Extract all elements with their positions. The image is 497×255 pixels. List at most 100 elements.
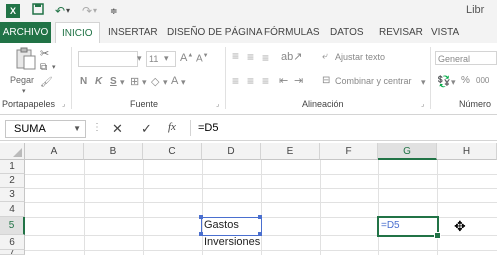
- group-separator: [225, 47, 226, 109]
- tab-diseno-de-pagina[interactable]: DISEÑO DE PÁGINA: [167, 25, 263, 40]
- number-group-label: Número: [459, 99, 492, 109]
- formula-bar-splitter[interactable]: ⋮: [92, 122, 102, 133]
- paste-dropdown-icon[interactable]: ▾: [22, 87, 26, 95]
- column-header-c[interactable]: C: [143, 143, 202, 160]
- font-size-dropdown-icon[interactable]: ▾: [164, 53, 169, 64]
- row-header-4[interactable]: 4: [0, 202, 25, 217]
- align-bottom-icon[interactable]: ≡: [262, 51, 269, 65]
- cell-d5[interactable]: Gastos: [202, 218, 260, 234]
- tab-datos[interactable]: DATOS: [330, 25, 364, 40]
- accounting-dropdown-icon[interactable]: ▾: [451, 77, 456, 88]
- column-header-f[interactable]: F: [320, 143, 378, 160]
- formula-input[interactable]: =D5: [190, 120, 497, 136]
- window-title: Libr: [466, 4, 485, 16]
- cell-d6[interactable]: Inversiones: [202, 235, 260, 250]
- alignment-launcher-icon[interactable]: ⌟: [421, 100, 424, 108]
- row-header-6[interactable]: 6: [0, 235, 25, 250]
- fill-handle[interactable]: [434, 232, 441, 239]
- row-header-2[interactable]: 2: [0, 174, 25, 188]
- row-header-5[interactable]: 5: [0, 217, 25, 235]
- group-separator: [430, 47, 431, 109]
- wrap-text-icon[interactable]: ⤶: [322, 51, 328, 62]
- align-right-icon[interactable]: ≡: [262, 74, 269, 88]
- name-box-value: SUMA: [14, 123, 46, 135]
- font-size-combo[interactable]: 11: [146, 51, 176, 67]
- copy-dropdown-icon[interactable]: ▾: [52, 63, 56, 71]
- fill-color-icon[interactable]: ◇: [151, 75, 159, 88]
- enter-icon[interactable]: ✓: [141, 121, 152, 137]
- format-painter-icon[interactable]: 🖌: [40, 77, 53, 88]
- alignment-group-label: Alineación: [302, 99, 344, 109]
- formula-bar: SUMA ▼ ⋮ ✕ ✓ fx =D5: [0, 118, 497, 141]
- shrink-font-icon[interactable]: A▼: [196, 53, 209, 64]
- underline-button[interactable]: S: [110, 76, 117, 87]
- font-launcher-icon[interactable]: ⌟: [216, 100, 219, 108]
- align-top-icon[interactable]: ≡: [232, 49, 239, 63]
- customize-quick-access-icon[interactable]: ≑: [110, 3, 118, 19]
- fill-color-dropdown-icon[interactable]: ▾: [163, 77, 168, 88]
- row-header-1[interactable]: 1: [0, 160, 25, 174]
- column-header-d[interactable]: D: [202, 143, 261, 160]
- tab-insertar[interactable]: INSERTAR: [108, 25, 158, 40]
- group-separator: [71, 47, 72, 109]
- row-header-7[interactable]: 7: [0, 250, 25, 255]
- italic-button[interactable]: K: [95, 76, 102, 87]
- paste-label: Pegar: [10, 75, 35, 85]
- column-header-e[interactable]: E: [261, 143, 320, 160]
- column-header-b[interactable]: B: [84, 143, 143, 160]
- mouse-cursor-icon: ✥: [454, 218, 466, 234]
- merge-center-icon[interactable]: ⊟: [322, 75, 330, 86]
- row-header-3[interactable]: 3: [0, 188, 25, 202]
- undo-icon[interactable]: ↶: [55, 3, 65, 19]
- tab-inicio[interactable]: INICIO: [55, 22, 100, 45]
- worksheet-grid: A B C D E F G H 1 2 3 4 5 6 7 Gastos Inv…: [0, 143, 497, 255]
- name-box[interactable]: SUMA ▼: [5, 120, 86, 138]
- column-header-g[interactable]: G: [378, 143, 437, 160]
- accounting-format-icon[interactable]: 💱: [437, 75, 451, 88]
- number-format-combo[interactable]: General: [435, 51, 497, 65]
- copy-icon[interactable]: ⧉: [40, 62, 47, 73]
- comma-style-button[interactable]: 000: [476, 76, 489, 85]
- bold-button[interactable]: N: [80, 76, 87, 87]
- redo-dropdown-icon[interactable]: ▾: [93, 3, 97, 19]
- excel-icon[interactable]: X: [6, 4, 20, 18]
- merge-center-button[interactable]: Combinar y centrar: [335, 76, 412, 86]
- align-left-icon[interactable]: ≡: [232, 74, 239, 88]
- merge-center-dropdown-icon[interactable]: ▾: [421, 77, 426, 88]
- font-color-dropdown-icon[interactable]: ▾: [181, 77, 186, 88]
- tab-formulas[interactable]: FÓRMULAS: [264, 25, 320, 40]
- orientation-icon[interactable]: ab↗: [281, 50, 302, 63]
- column-header-a[interactable]: A: [25, 143, 84, 160]
- tab-vista[interactable]: VISTA: [431, 25, 459, 40]
- underline-dropdown-icon[interactable]: ▾: [120, 77, 125, 88]
- cancel-icon[interactable]: ✕: [112, 121, 123, 137]
- decrease-indent-icon[interactable]: ⇤: [279, 74, 288, 87]
- ribbon: ✂ ⧉ ▾ 🖌 Pegar ▾ Portapapeles ⌟ ▾ 11 ▾ A▲…: [0, 43, 497, 115]
- insert-function-icon[interactable]: fx: [168, 121, 176, 133]
- tab-archivo[interactable]: ARCHIVO: [0, 22, 51, 43]
- borders-icon[interactable]: ⊞: [130, 75, 139, 88]
- font-name-combo[interactable]: [78, 51, 138, 67]
- redo-icon[interactable]: ↷: [82, 3, 92, 19]
- paste-icon[interactable]: [15, 47, 37, 76]
- ribbon-tabs: ARCHIVO INICIO INSERTAR DISEÑO DE PÁGINA…: [0, 22, 497, 45]
- cell-g5-editing[interactable]: =D5: [379, 218, 435, 234]
- align-middle-icon[interactable]: ≡: [247, 50, 254, 64]
- tab-revisar[interactable]: REVISAR: [379, 25, 423, 40]
- save-icon[interactable]: [32, 3, 44, 19]
- percent-style-button[interactable]: %: [461, 75, 470, 86]
- wrap-text-button[interactable]: Ajustar texto: [335, 52, 385, 62]
- gridline: [25, 250, 497, 251]
- clipboard-launcher-icon[interactable]: ⌟: [62, 100, 65, 108]
- grow-font-icon[interactable]: A▲: [180, 52, 193, 64]
- borders-dropdown-icon[interactable]: ▾: [142, 77, 147, 88]
- name-box-dropdown-icon[interactable]: ▼: [73, 121, 81, 137]
- column-header-h[interactable]: H: [437, 143, 497, 160]
- font-name-dropdown-icon[interactable]: ▾: [137, 53, 142, 64]
- cut-icon[interactable]: ✂: [40, 47, 49, 60]
- font-color-icon[interactable]: A: [171, 75, 178, 87]
- undo-dropdown-icon[interactable]: ▾: [66, 3, 70, 19]
- align-center-icon[interactable]: ≡: [247, 74, 254, 88]
- increase-indent-icon[interactable]: ⇥: [294, 74, 303, 87]
- select-all-button[interactable]: [0, 143, 25, 160]
